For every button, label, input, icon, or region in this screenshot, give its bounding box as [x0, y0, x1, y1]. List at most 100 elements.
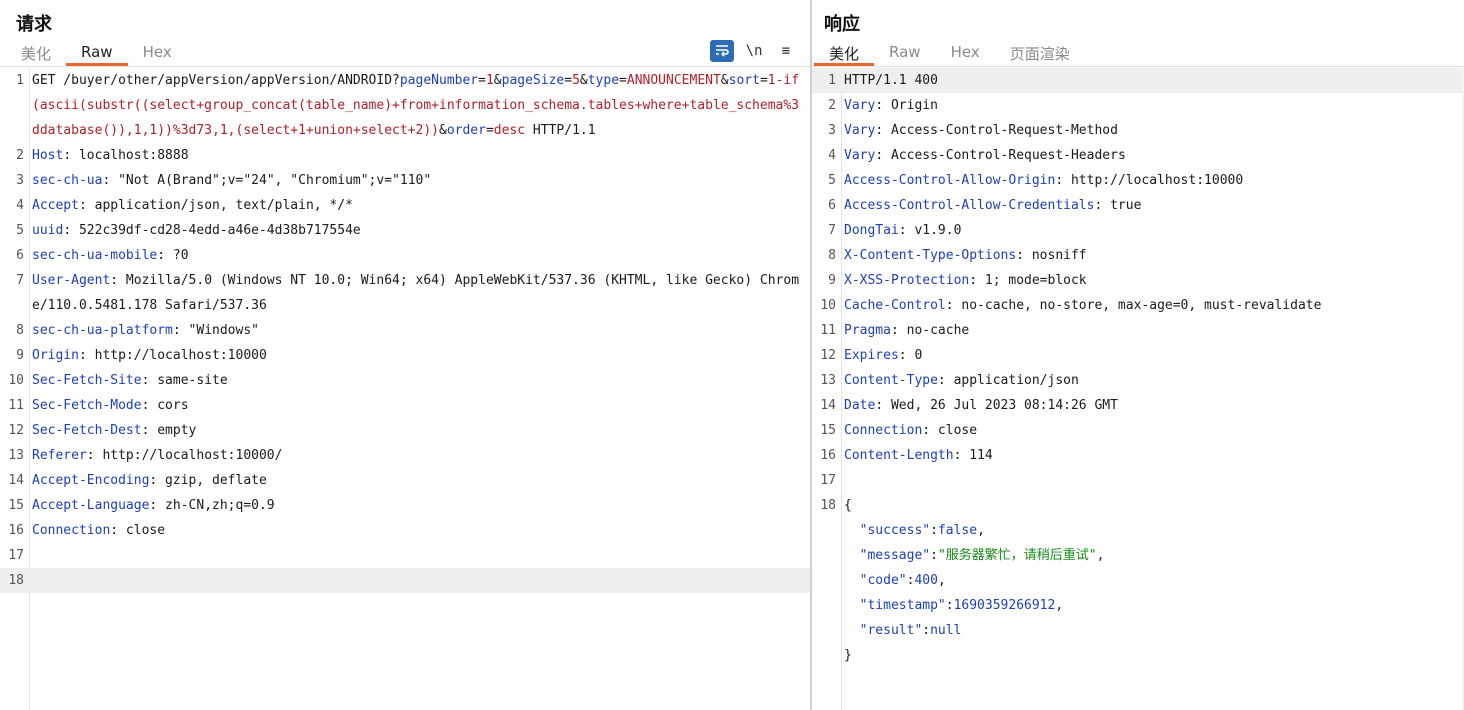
- line-text: Accept: application/json, text/plain, */…: [32, 193, 810, 218]
- token: ANNOUNCEMENT: [626, 73, 721, 88]
- token: : "Windows": [172, 323, 259, 338]
- line-text: "code":400,: [844, 568, 1464, 593]
- line-text: Vary: Access-Control-Request-Method: [844, 118, 1464, 143]
- code-line: 5 uuid: 522c39df-cd28-4edd-a46e-4d38b7175…: [0, 218, 810, 243]
- token: Sec-Fetch-Site: [32, 373, 142, 388]
- tab-raw[interactable]: Raw: [66, 40, 128, 66]
- line-text: X-XSS-Protection: 1; mode=block: [844, 268, 1464, 293]
- token: ,: [937, 573, 946, 588]
- token: Content-Type: [844, 373, 938, 388]
- line-text: DongTai: v1.9.0: [844, 218, 1464, 243]
- line-number: 5: [828, 173, 836, 188]
- line-number: 9: [16, 348, 24, 363]
- tab-render[interactable]: 页面渲染: [995, 40, 1085, 66]
- token: X-Content-Type-Options: [844, 248, 1017, 263]
- response-editor[interactable]: 1 HTTP/1.1 400 2 Vary: Origin 3 Vary: Access-…: [812, 68, 1464, 710]
- line-number: 2: [828, 98, 836, 113]
- token: &: [720, 73, 729, 88]
- token: ,: [1055, 598, 1064, 613]
- token: Cache-Control: [844, 298, 946, 313]
- response-tab-divider: [812, 66, 1464, 67]
- code-line: "timestamp":1690359266912,: [812, 593, 1464, 618]
- token: sec-ch-ua: [32, 173, 103, 188]
- newline-toggle-button[interactable]: \n: [742, 40, 766, 62]
- token: :: [945, 598, 954, 613]
- code-line: 6 Access-Control-Allow-Credentials: true: [812, 193, 1464, 218]
- line-text: Origin: http://localhost:10000: [32, 343, 810, 368]
- token: Sec-Fetch-Dest: [32, 423, 142, 438]
- line-number: 8: [828, 248, 836, 263]
- code-line: 15 Connection: close: [812, 418, 1464, 443]
- token: : zh-CN,zh;q=0.9: [149, 498, 275, 513]
- line-number: 1: [828, 73, 836, 88]
- token: : close: [922, 423, 978, 438]
- token: Vary: [844, 123, 876, 138]
- tab-pretty[interactable]: 美化: [814, 40, 875, 66]
- token: :: [930, 548, 938, 563]
- token: 1: [485, 73, 494, 88]
- wrap-icon[interactable]: [710, 40, 734, 62]
- code-line: 10 Cache-Control: no-cache, no-store, max…: [812, 293, 1464, 318]
- line-number: 7: [16, 273, 24, 288]
- token: : Mozilla/5.0 (Windows NT 10.0; Win64; x…: [32, 273, 800, 313]
- code-line: 8 X-Content-Type-Options: nosniff: [812, 243, 1464, 268]
- token: Vary: [844, 98, 876, 113]
- token: : Wed, 26 Jul 2023 08:14:26 GMT: [875, 398, 1118, 413]
- code-line: 5 Access-Control-Allow-Origin: http://loc…: [812, 168, 1464, 193]
- line-number: 15: [8, 498, 24, 513]
- line-text: Content-Type: application/json: [844, 368, 1464, 393]
- code-line: 14 Date: Wed, 26 Jul 2023 08:14:26 GMT: [812, 393, 1464, 418]
- token: uuid: [32, 223, 64, 238]
- line-text: Referer: http://localhost:10000/: [32, 443, 810, 468]
- token: : 0: [898, 348, 923, 363]
- token: &: [493, 73, 502, 88]
- code-line: 3 Vary: Access-Control-Request-Method: [812, 118, 1464, 143]
- line-number: 18: [820, 498, 836, 513]
- token: : v1.9.0: [898, 223, 962, 238]
- tab-hex[interactable]: Hex: [128, 40, 187, 66]
- line-number: 1: [16, 73, 24, 88]
- token: : http://localhost:10000/: [86, 448, 283, 463]
- token: desc: [493, 123, 526, 138]
- token: =: [485, 123, 494, 138]
- request-editor[interactable]: 1 GET /buyer/other/appVersion/appVersion/…: [0, 68, 810, 710]
- response-pane: 响应 美化 Raw Hex 页面渲染 1 HTTP/1.1 400 2 Vary: O…: [812, 0, 1464, 710]
- line-text: sec-ch-ua-platform: "Windows": [32, 318, 810, 343]
- token: ,: [1096, 548, 1105, 563]
- token: GET /buyer/other/appVersion/appVersion/A…: [32, 73, 400, 88]
- line-number: 11: [8, 398, 24, 413]
- token: sort: [728, 73, 760, 88]
- token: Accept: [32, 198, 79, 213]
- token: DongTai: [844, 223, 899, 238]
- code-line: 1 GET /buyer/other/appVersion/appVersion/…: [0, 68, 810, 143]
- token: Referer: [32, 448, 87, 463]
- code-line: 12 Sec-Fetch-Dest: empty: [0, 418, 810, 443]
- line-number: 7: [828, 223, 836, 238]
- code-line: 6 sec-ch-ua-mobile: ?0: [0, 243, 810, 268]
- token: 5: [572, 73, 580, 88]
- token: : application/json, text/plain, */*: [78, 198, 353, 213]
- token: 400: [914, 573, 938, 588]
- code-line: 11 Sec-Fetch-Mode: cors: [0, 393, 810, 418]
- line-text: [844, 468, 1464, 493]
- line-text: Vary: Access-Control-Request-Headers: [844, 143, 1464, 168]
- code-line: 9 X-XSS-Protection: 1; mode=block: [812, 268, 1464, 293]
- code-line: 10 Sec-Fetch-Site: same-site: [0, 368, 810, 393]
- token: "success": [844, 523, 931, 538]
- line-text: "success":false,: [844, 518, 1464, 543]
- tab-raw[interactable]: Raw: [874, 40, 936, 66]
- token: : empty: [141, 423, 197, 438]
- token: order: [446, 123, 486, 138]
- tab-pretty[interactable]: 美化: [6, 40, 66, 66]
- token: :: [922, 623, 931, 638]
- line-text: User-Agent: Mozilla/5.0 (Windows NT 10.0…: [32, 268, 810, 318]
- menu-icon[interactable]: ≡: [774, 40, 798, 62]
- code-line: 2 Vary: Origin: [812, 93, 1464, 118]
- line-number: 2: [16, 148, 24, 163]
- tab-hex[interactable]: Hex: [936, 40, 995, 66]
- code-line: 18: [0, 568, 810, 593]
- token: : no-cache, no-store, max-age=0, must-re…: [945, 298, 1322, 313]
- code-line: 9 Origin: http://localhost:10000: [0, 343, 810, 368]
- line-text: "message":"服务器繁忙，请稍后重试",: [844, 543, 1464, 568]
- token: Pragma: [844, 323, 891, 338]
